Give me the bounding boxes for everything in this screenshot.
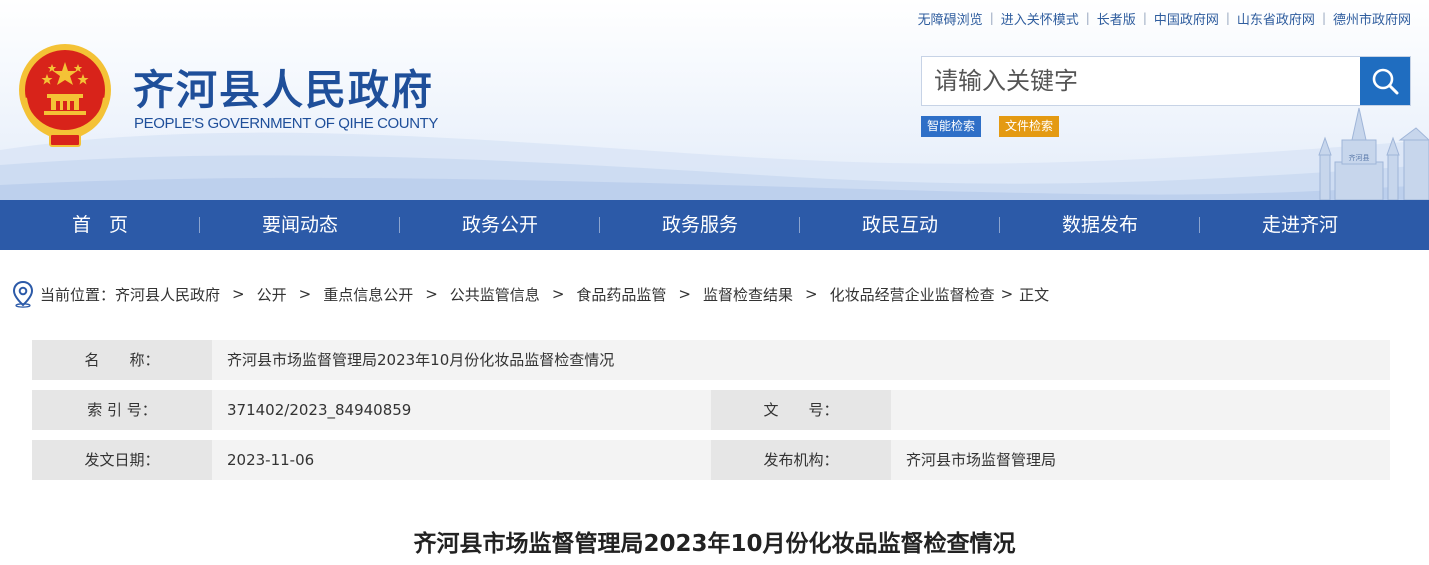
breadcrumb-arrow: > — [425, 285, 438, 303]
org-label: 发布机构： — [711, 440, 891, 480]
breadcrumb-prefix: 当前位置： — [40, 285, 116, 304]
site-title: 齐河县人民政府 — [133, 66, 434, 114]
care-mode-link[interactable]: 进入关怀模式 — [1001, 9, 1079, 28]
location-pin-icon — [12, 280, 34, 308]
org-value: 齐河县市场监督管理局 — [891, 440, 1390, 480]
doc-no-value — [891, 390, 1390, 430]
dezhou-gov-link[interactable]: 德州市政府网 — [1333, 9, 1411, 28]
date-value: 2023-11-06 — [212, 440, 711, 480]
index-value: 371402/2023_84940859 — [212, 390, 711, 430]
breadcrumb-item[interactable]: 齐河县人民政府 — [115, 284, 220, 305]
breadcrumb-arrow: > — [551, 285, 565, 303]
nav-item-news[interactable]: 要闻动态 — [200, 200, 400, 250]
breadcrumb: 当前位置： 齐河县人民政府 > 公开 > 重点信息公开 > 公共监管信息 > 食… — [10, 280, 1049, 308]
nav-item-gov-affairs-open[interactable]: 政务公开 — [400, 200, 600, 250]
document-meta-table: 名 称： 齐河县市场监督管理局2023年10月份化妆品监督检查情况 索 引 号：… — [32, 340, 1390, 490]
shandong-gov-link[interactable]: 山东省政府网 — [1237, 9, 1315, 28]
breadcrumb-item[interactable]: 化妆品经营企业监督检查 — [830, 284, 995, 305]
tower-caption: 齐河县 — [1349, 153, 1370, 162]
name-value: 齐河县市场监督管理局2023年10月份化妆品监督检查情况 — [212, 340, 1390, 380]
site-header: 无障碍浏览 | 进入关怀模式 | 长者版 | 中国政府网 | 山东省政府网 | … — [0, 0, 1429, 200]
link-separator: | — [1225, 11, 1230, 25]
breadcrumb-arrow: > — [232, 285, 245, 303]
breadcrumb-arrow: > — [805, 285, 818, 303]
link-separator: | — [1085, 11, 1090, 25]
nav-item-data-release[interactable]: 数据发布 — [1000, 200, 1200, 250]
link-separator: | — [1321, 11, 1326, 25]
date-label: 发文日期： — [32, 440, 212, 480]
nav-item-interaction[interactable]: 政民互动 — [800, 200, 1000, 250]
china-gov-link[interactable]: 中国政府网 — [1154, 9, 1219, 28]
meta-row-index: 索 引 号： 371402/2023_84940859 文 号： — [32, 390, 1390, 430]
breadcrumb-item[interactable]: 公开 — [257, 284, 287, 305]
search-button[interactable] — [1360, 57, 1410, 105]
elder-version-link[interactable]: 长者版 — [1097, 9, 1136, 28]
name-label: 名 称： — [32, 340, 212, 380]
search-icon — [1372, 68, 1399, 95]
breadcrumb-current: 正文 — [1019, 285, 1050, 304]
doc-no-label: 文 号： — [711, 390, 891, 430]
breadcrumb-item[interactable]: 监督检查结果 — [703, 284, 793, 305]
article-title: 齐河县市场监督管理局2023年10月份化妆品监督检查情况 — [413, 531, 1016, 557]
search-input[interactable] — [922, 57, 1360, 105]
breadcrumb-item[interactable]: 重点信息公开 — [323, 284, 413, 305]
file-search-tag[interactable]: 文件检索 — [999, 116, 1060, 137]
breadcrumb-item[interactable]: 食品药品监管 — [576, 284, 666, 305]
nav-item-home[interactable]: 首页 — [0, 200, 200, 250]
site-subtitle: PEOPLE'S GOVERNMENT OF QIHE COUNTY — [134, 115, 439, 132]
top-links-bar: 无障碍浏览 | 进入关怀模式 | 长者版 | 中国政府网 | 山东省政府网 | … — [918, 9, 1411, 28]
breadcrumb-arrow: > — [1000, 285, 1014, 303]
nav-item-about-qihe[interactable]: 走进齐河 — [1200, 200, 1400, 250]
link-separator: | — [1142, 11, 1147, 25]
nav-item-gov-services[interactable]: 政务服务 — [600, 200, 800, 250]
accessibility-link[interactable]: 无障碍浏览 — [918, 9, 983, 28]
tower-illustration: 齐河县 — [1318, 107, 1429, 200]
breadcrumb-item[interactable]: 公共监管信息 — [450, 284, 540, 305]
breadcrumb-arrow: > — [678, 285, 691, 303]
link-separator: | — [989, 11, 994, 25]
search-box — [921, 56, 1411, 106]
index-label: 索 引 号： — [32, 390, 212, 430]
national-emblem-icon — [19, 44, 111, 147]
main-nav: 首页 要闻动态 政务公开 政务服务 政民互动 数据发布 走进齐河 — [0, 200, 1429, 250]
meta-row-name: 名 称： 齐河县市场监督管理局2023年10月份化妆品监督检查情况 — [32, 340, 1390, 380]
meta-row-date: 发文日期： 2023-11-06 发布机构： 齐河县市场监督管理局 — [32, 440, 1390, 480]
smart-search-tag[interactable]: 智能检索 — [921, 116, 982, 137]
breadcrumb-arrow: > — [298, 285, 312, 303]
